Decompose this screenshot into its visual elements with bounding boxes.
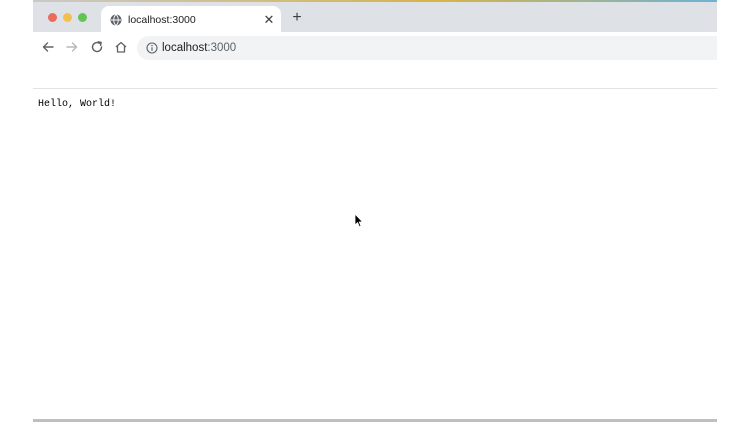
tab-localhost[interactable]: localhost:3000 ✕	[101, 6, 281, 34]
tab-strip: localhost:3000 ✕ +	[33, 2, 717, 34]
reload-icon[interactable]	[90, 40, 104, 54]
url-port: :3000	[207, 42, 237, 54]
page-content: Hello, World!	[33, 89, 717, 420]
globe-icon	[110, 14, 122, 26]
window-maximize-button[interactable]	[78, 13, 87, 22]
arrow-left-icon[interactable]	[41, 40, 55, 54]
url-host: localhost	[162, 42, 208, 54]
arrow-right-icon[interactable]	[65, 40, 79, 54]
new-tab-button[interactable]: +	[290, 10, 304, 26]
info-icon[interactable]	[146, 42, 158, 54]
address-bar[interactable]: localhost:3000	[137, 36, 717, 60]
window-close-button[interactable]	[48, 13, 57, 22]
window-minimize-button[interactable]	[63, 13, 72, 22]
address-url[interactable]: localhost:3000	[162, 41, 236, 55]
browser-window: localhost:3000 ✕ + localhost:3000 Hello,…	[33, 0, 717, 422]
home-icon[interactable]	[114, 40, 128, 54]
tab-title: localhost:3000	[128, 14, 196, 26]
mouse-pointer-icon	[354, 213, 363, 228]
page-body-text: Hello, World!	[38, 99, 117, 110]
close-tab-icon[interactable]: ✕	[262, 13, 276, 27]
browser-toolbar: localhost:3000	[33, 32, 717, 63]
